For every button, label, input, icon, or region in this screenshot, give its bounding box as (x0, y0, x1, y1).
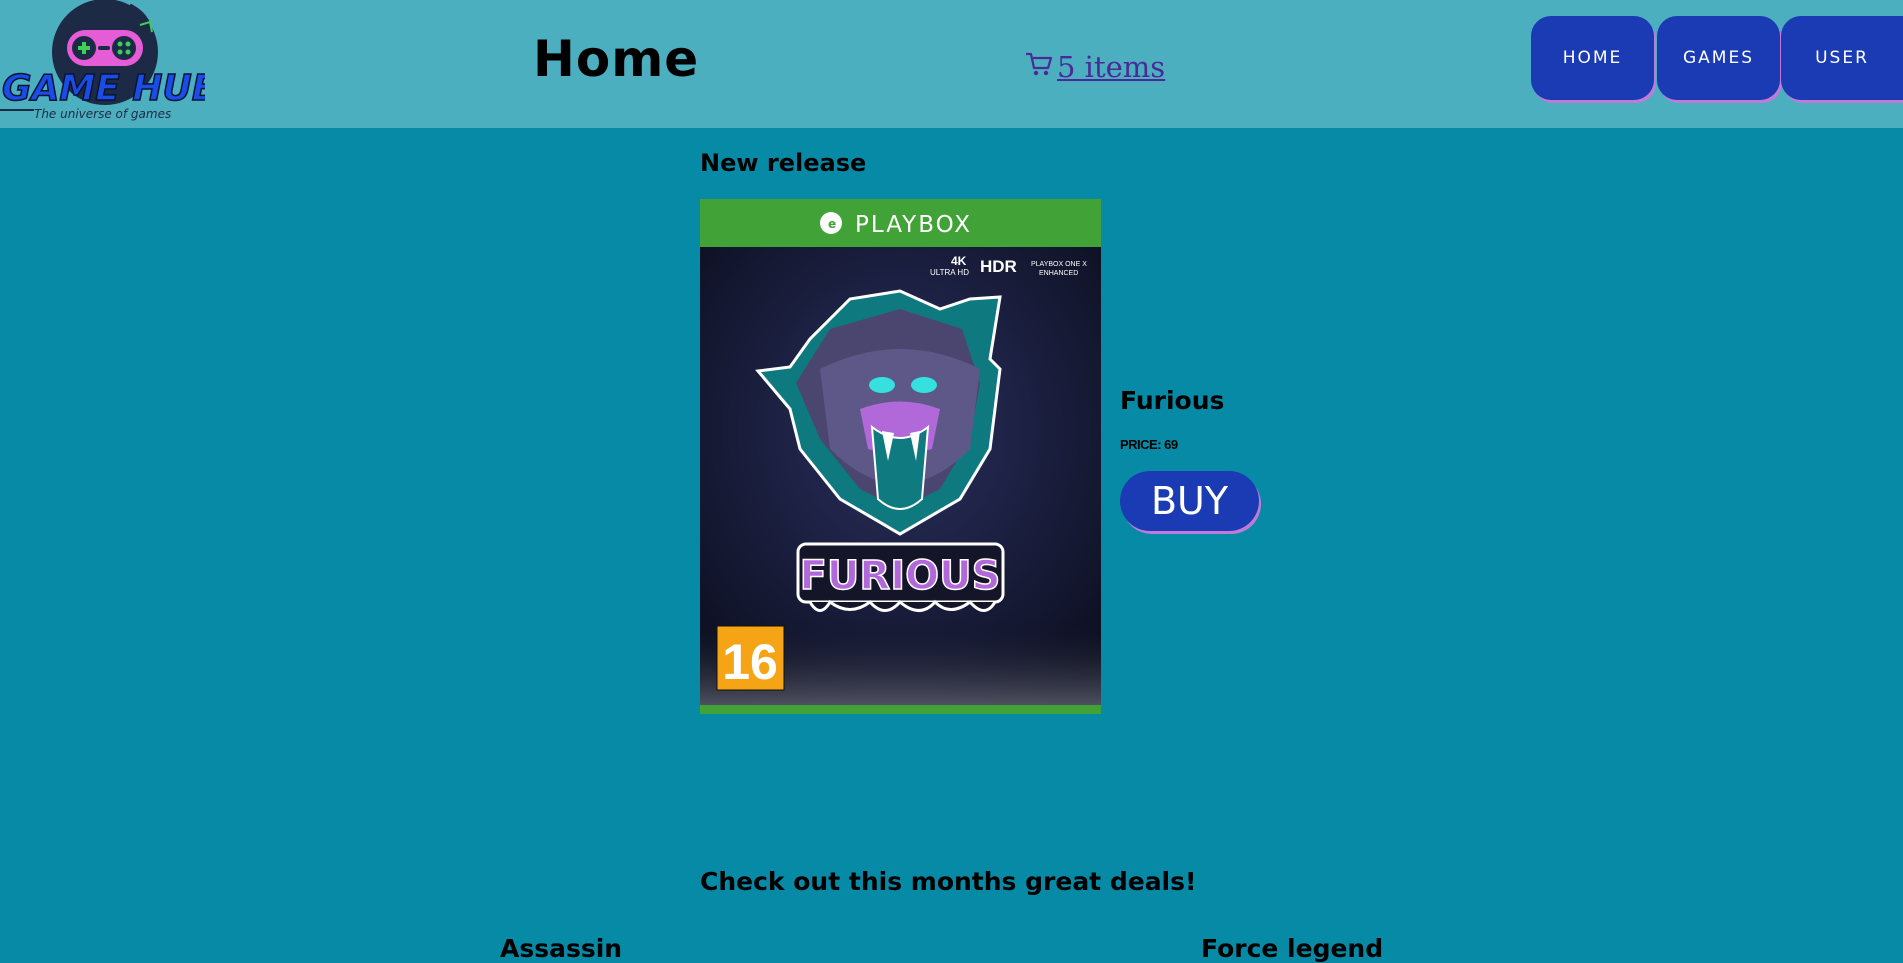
deals-heading: Check out this months great deals! (700, 867, 1197, 896)
furious-boxart-image[interactable]: e PLAYBOX 4K ULTRA HD HDR PLAYBOX ONE X … (700, 199, 1101, 714)
deal-game-title: Assassin (500, 934, 623, 963)
page-title: Home (533, 30, 700, 88)
svg-text:PLAYBOX ONE X: PLAYBOX ONE X (1031, 261, 1087, 268)
site-header: GAME HUB The universe of games Home 5 it… (0, 0, 1903, 128)
cart-link[interactable]: 5 items (1025, 50, 1165, 84)
cart-count-label[interactable]: 5 items (1057, 50, 1165, 84)
boxart-title-text: FURIOUS (800, 553, 1001, 599)
game-hub-logo[interactable]: GAME HUB The universe of games (0, 0, 220, 125)
boxart-platform-text: PLAYBOX (855, 212, 972, 238)
new-release-heading: New release (700, 149, 867, 177)
product-price: PRICE: 69 (1120, 437, 1178, 452)
nav-home-button[interactable]: HOME (1531, 16, 1654, 100)
buy-button[interactable]: BUY (1120, 471, 1259, 531)
product-name: Furious (1120, 386, 1225, 415)
logo-wordmark: GAME HUB (2, 68, 205, 109)
deal-game-title: Force legend (1201, 934, 1384, 963)
nav-games-button[interactable]: GAMES (1657, 16, 1780, 100)
svg-text:4K: 4K (951, 254, 967, 268)
svg-text:ULTRA HD: ULTRA HD (930, 268, 969, 277)
svg-text:HDR: HDR (980, 257, 1017, 276)
shopping-cart-icon (1025, 50, 1057, 84)
age-rating-badge: 16 (722, 634, 778, 690)
svg-text:e: e (828, 217, 836, 231)
logo-tagline: The universe of games (34, 107, 171, 121)
svg-text:ENHANCED: ENHANCED (1039, 270, 1078, 277)
nav-user-button[interactable]: USER (1781, 16, 1903, 100)
